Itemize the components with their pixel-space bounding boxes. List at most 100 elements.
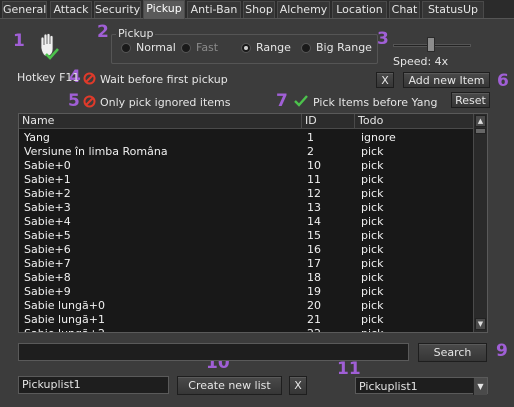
row-todo: pick [361, 215, 384, 228]
marker-1: 1 [13, 31, 25, 51]
delete-list-button[interactable]: X [289, 376, 307, 395]
list-row[interactable]: Sabie+1 11 pick [19, 173, 473, 187]
row-name: Yang [24, 131, 50, 144]
row-todo: pick [361, 327, 383, 332]
row-id: 10 [307, 159, 321, 172]
row-id: 18 [307, 271, 321, 284]
only-ignored-label: Only pick ignored items [100, 96, 231, 109]
list-name-input[interactable] [18, 376, 169, 394]
list-row[interactable]: Sabie+9 19 pick [19, 285, 473, 299]
list-row[interactable]: Sabie+5 15 pick [19, 229, 473, 243]
row-id: 2 [307, 145, 314, 158]
row-name: Sabie+9 [24, 285, 71, 298]
tab-location[interactable]: Location [332, 1, 387, 18]
list-row[interactable]: Sabie+6 16 pick [19, 243, 473, 257]
tab-anti-ban[interactable]: Anti-Ban [187, 1, 241, 18]
row-todo: ignore [361, 131, 396, 144]
row-id: 17 [307, 257, 321, 270]
check-icon[interactable] [294, 95, 308, 107]
row-id: 14 [307, 215, 321, 228]
row-todo: pick [361, 159, 384, 172]
row-todo: pick [361, 285, 384, 298]
list-row[interactable]: Sabie+8 18 pick [19, 271, 473, 285]
list-row[interactable]: Sabie+7 17 pick [19, 257, 473, 271]
tab-shop[interactable]: Shop [243, 1, 275, 18]
hotkey-label: Hotkey F11 [17, 71, 80, 84]
radio-fast[interactable] [181, 43, 191, 53]
row-todo: pick [361, 299, 384, 312]
reset-button[interactable]: Reset [451, 92, 490, 108]
scroll-up-arrow-icon[interactable]: ▲ [475, 115, 486, 127]
row-todo: pick [361, 313, 384, 326]
tab-pickup[interactable]: Pickup [143, 0, 185, 19]
radio-big-range[interactable] [301, 43, 311, 53]
row-id: 20 [307, 299, 321, 312]
list-row[interactable]: Sabie+2 12 pick [19, 187, 473, 201]
row-todo: pick [361, 243, 384, 256]
list-row[interactable]: Versiune în limba Româna 2 pick [19, 145, 473, 159]
row-name: Sabie+3 [24, 201, 71, 214]
row-todo: pick [361, 187, 384, 200]
tab-general[interactable]: General [2, 1, 47, 18]
list-header: Name ID Todo [19, 114, 473, 129]
speed-slider[interactable] [393, 37, 471, 52]
list-row[interactable]: Sabie+0 10 pick [19, 159, 473, 173]
list-row[interactable]: Sabie+4 14 pick [19, 215, 473, 229]
no-icon[interactable] [83, 72, 96, 85]
search-input[interactable] [18, 343, 409, 361]
wait-first-pickup-label: Wait before first pickup [100, 73, 228, 86]
list-scrollbar[interactable]: ▲ ▼ [473, 114, 487, 332]
tab-attack[interactable]: Attack [50, 1, 92, 18]
item-list[interactable]: Name ID Todo Yang 1 ignore Versiune în limb… [18, 113, 488, 333]
row-id: 1 [307, 131, 314, 144]
search-button[interactable]: Search [418, 343, 487, 362]
scroll-thumb[interactable] [475, 128, 486, 134]
radio-fast-label: Fast [196, 41, 219, 54]
tab-chat[interactable]: Chat [389, 1, 420, 18]
list-rows: Yang 1 ignore Versiune în limba Româna 2 pick… [19, 131, 473, 332]
header-name[interactable]: Name [19, 114, 302, 129]
radio-normal[interactable] [121, 43, 131, 53]
radio-big-range-label: Big Range [316, 41, 372, 54]
list-select-value: Pickuplist1 [359, 380, 418, 393]
row-id: 21 [307, 313, 321, 326]
radio-range[interactable] [241, 43, 251, 53]
pickup-group-label: Pickup [116, 27, 156, 40]
list-row[interactable]: Yang 1 ignore [19, 131, 473, 145]
row-todo: pick [361, 271, 384, 284]
tab-statusup[interactable]: StatusUp [422, 1, 484, 18]
row-name: Sabie+6 [24, 243, 71, 256]
row-name: Sabie+1 [24, 173, 71, 186]
marker-2: 2 [97, 22, 109, 42]
row-name: Sabie+4 [24, 215, 71, 228]
row-todo: pick [361, 173, 384, 186]
remove-item-button[interactable]: X [376, 72, 394, 88]
speed-slider-handle[interactable] [427, 37, 435, 52]
create-new-list-button[interactable]: Create new list [177, 376, 282, 395]
list-row[interactable]: Sabie lungã+2 22 pick [19, 327, 473, 332]
marker-6: 6 [497, 71, 509, 91]
row-name: Sabie+7 [24, 257, 71, 270]
tab-alchemy[interactable]: Alchemy [277, 1, 330, 18]
header-id[interactable]: ID [302, 114, 355, 129]
row-name: Sabie+2 [24, 187, 71, 200]
no-icon[interactable] [83, 95, 96, 108]
add-new-item-button[interactable]: Add new Item [403, 72, 490, 88]
header-todo[interactable]: Todo [355, 114, 473, 129]
list-select[interactable]: Pickuplist1 ▼ [355, 377, 488, 395]
row-name: Versiune în limba Româna [24, 145, 168, 158]
list-row[interactable]: Sabie lungã+0 20 pick [19, 299, 473, 313]
scroll-down-arrow-icon[interactable]: ▼ [475, 318, 486, 330]
row-id: 15 [307, 229, 321, 242]
list-row[interactable]: Sabie+3 13 pick [19, 201, 473, 215]
tab-security[interactable]: Security [94, 1, 141, 18]
row-id: 16 [307, 243, 321, 256]
row-todo: pick [361, 257, 384, 270]
check-icon [45, 48, 59, 60]
chevron-down-icon[interactable]: ▼ [473, 378, 487, 395]
list-row[interactable]: Sabie lungã+1 21 pick [19, 313, 473, 327]
marker-7: 7 [276, 91, 288, 111]
marker-11: 11 [337, 359, 361, 379]
row-name: Sabie+5 [24, 229, 71, 242]
row-id: 11 [307, 173, 321, 186]
